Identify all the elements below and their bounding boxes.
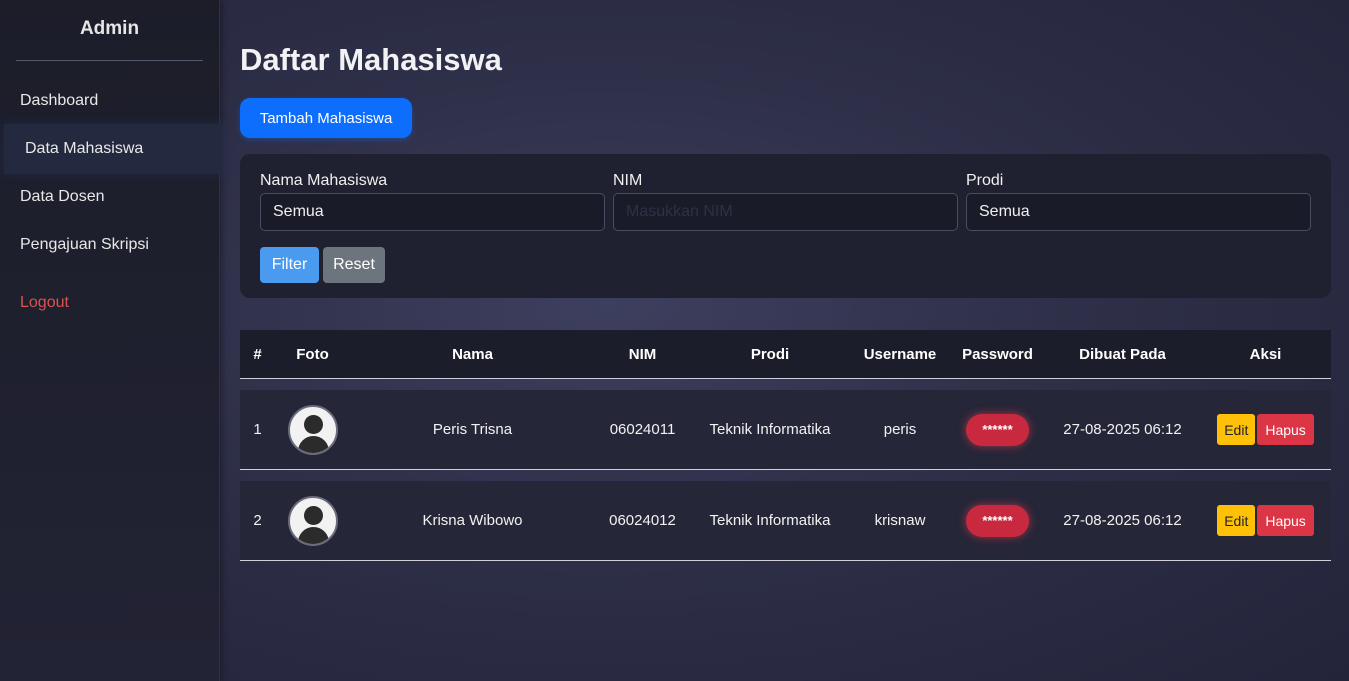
row-nama: Peris Trisna <box>350 390 595 470</box>
header-nim: NIM <box>595 330 690 379</box>
delete-button[interactable]: Hapus <box>1257 505 1314 536</box>
sidebar: Admin Dashboard Data Mahasiswa Data Dose… <box>0 0 222 681</box>
row-foto <box>275 481 350 561</box>
row-nim: 06024011 <box>595 390 690 470</box>
row-nim: 06024012 <box>595 481 690 561</box>
header-dibuat-pada: Dibuat Pada <box>1045 330 1200 379</box>
row-aksi: Edit Hapus <box>1200 390 1331 470</box>
sidebar-item-dashboard[interactable]: Dashboard <box>4 76 222 126</box>
row-username: krisnaw <box>850 481 950 561</box>
row-aksi: Edit Hapus <box>1200 481 1331 561</box>
edit-button[interactable]: Edit <box>1217 414 1256 445</box>
user-avatar-icon <box>287 495 338 546</box>
sidebar-item-pengajuan-skripsi[interactable]: Pengajuan Skripsi <box>4 220 222 270</box>
header-nama: Nama <box>350 330 595 379</box>
row-nama: Krisna Wibowo <box>350 481 595 561</box>
table-row: 2 Krisna Wibowo 06024012 Teknik Informat… <box>240 481 1331 561</box>
delete-button[interactable]: Hapus <box>1257 414 1314 445</box>
row-dibuat-pada: 27-08-2025 06:12 <box>1045 390 1200 470</box>
reset-button[interactable]: Reset <box>323 247 385 283</box>
header-prodi: Prodi <box>690 330 850 379</box>
prodi-filter-label: Prodi <box>966 172 1004 189</box>
prodi-filter-input[interactable] <box>966 193 1311 231</box>
sidebar-item-data-mahasiswa[interactable]: Data Mahasiswa <box>4 124 222 174</box>
password-badge[interactable]: ****** <box>966 504 1029 537</box>
password-badge[interactable]: ****** <box>966 413 1029 446</box>
edit-button[interactable]: Edit <box>1217 505 1256 536</box>
nim-filter-label: NIM <box>613 172 643 189</box>
row-dibuat-pada: 27-08-2025 06:12 <box>1045 481 1200 561</box>
user-avatar-icon <box>287 404 338 455</box>
header-foto: Foto <box>275 330 350 379</box>
header-password: Password <box>950 330 1045 379</box>
row-number: 1 <box>240 390 275 470</box>
page-title: Daftar Mahasiswa <box>240 42 502 77</box>
row-prodi: Teknik Informatika <box>690 481 850 561</box>
row-password: ****** <box>950 390 1045 470</box>
header-username: Username <box>850 330 950 379</box>
header-number: # <box>240 330 275 379</box>
table-header-row: # Foto Nama NIM Prodi Username Password … <box>240 330 1331 379</box>
name-filter-input[interactable] <box>260 193 605 231</box>
row-username: peris <box>850 390 950 470</box>
filter-button[interactable]: Filter <box>260 247 319 283</box>
mahasiswa-table: # Foto Nama NIM Prodi Username Password … <box>240 319 1331 572</box>
sidebar-item-data-dosen[interactable]: Data Dosen <box>4 172 222 222</box>
filter-panel: Nama Mahasiswa NIM Prodi Filter Reset <box>240 154 1331 298</box>
sidebar-item-logout[interactable]: Logout <box>4 278 222 328</box>
header-aksi: Aksi <box>1200 330 1331 379</box>
table-row: 1 Peris Trisna 06024011 Teknik Informati… <box>240 390 1331 470</box>
row-foto <box>275 390 350 470</box>
name-filter-label: Nama Mahasiswa <box>260 172 388 189</box>
sidebar-title: Admin <box>16 18 203 61</box>
nim-filter-input[interactable] <box>613 193 958 231</box>
row-number: 2 <box>240 481 275 561</box>
row-password: ****** <box>950 481 1045 561</box>
row-prodi: Teknik Informatika <box>690 390 850 470</box>
add-mahasiswa-button[interactable]: Tambah Mahasiswa <box>240 98 412 138</box>
